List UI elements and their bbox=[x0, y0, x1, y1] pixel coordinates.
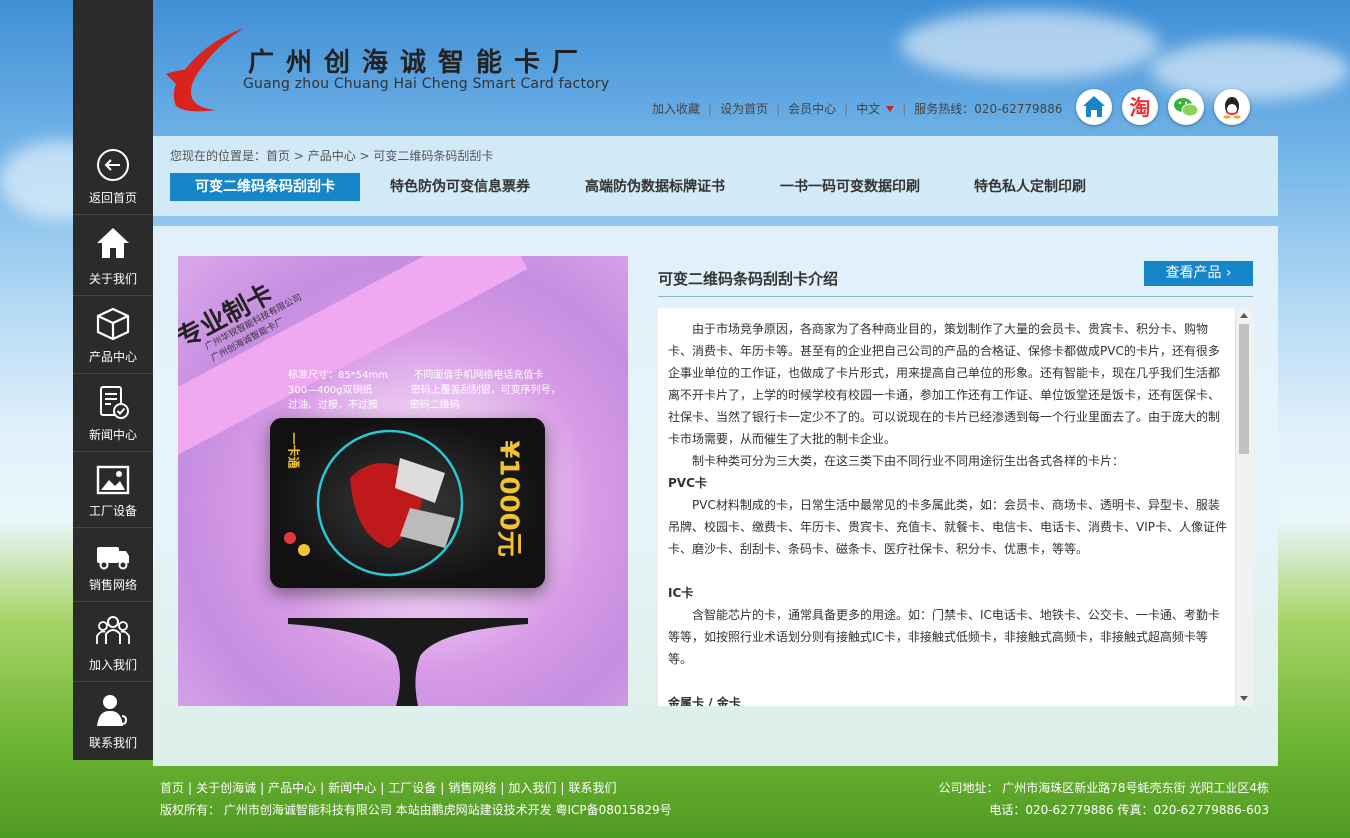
intro-paragraph: 由于市场竞争原因，各商家为了各种商业目的，策划制作了大量的会员卡、贵宾卡、积分卡… bbox=[668, 322, 1221, 446]
breadcrumb-home[interactable]: 首页 bbox=[266, 149, 290, 163]
footer-link-products[interactable]: 产品中心 bbox=[268, 781, 316, 795]
contact-icon bbox=[97, 695, 128, 726]
back-arrow-icon bbox=[97, 149, 129, 181]
add-favorite-link[interactable]: 加入收藏 bbox=[652, 102, 700, 116]
intro-heading: PVC卡 bbox=[668, 476, 707, 490]
svg-text:淘: 淘 bbox=[1130, 96, 1151, 120]
sidebar-item-label: 新闻中心 bbox=[88, 428, 137, 442]
group-icon bbox=[96, 616, 130, 644]
card-brand: 一卡通 bbox=[286, 432, 301, 469]
card-value: ¥1000元 bbox=[493, 440, 524, 557]
product-image: 专业制卡 广州华锐智能科技有限公司 广州创海诚智能卡厂 标准尺寸：85*54mm… bbox=[178, 256, 628, 706]
sidebar-item-equipment[interactable]: 工厂设备 bbox=[73, 452, 153, 528]
sidebar-item-sales-network[interactable]: 销售网络 bbox=[73, 528, 153, 602]
taobao-button[interactable]: 淘 bbox=[1122, 89, 1158, 125]
sidebar-item-label: 工厂设备 bbox=[88, 504, 137, 518]
scroll-up-arrow-icon[interactable] bbox=[1240, 313, 1248, 318]
scrollbar[interactable] bbox=[1235, 308, 1253, 706]
sidebar-item-label: 加入我们 bbox=[88, 658, 137, 672]
chevron-right-icon: › bbox=[1225, 265, 1232, 281]
promo-specs: 标准尺寸：85*54mm 不同面值手机网络电话充值卡 300—400g双铜纸 密… bbox=[288, 370, 561, 411]
logo-title-cn: 广州创海诚智能卡厂 bbox=[248, 48, 591, 78]
top-links: 加入收藏 | 设为首页 | 会员中心 | 中文 | 服务热线：020-62779886 bbox=[652, 102, 1063, 116]
intro-text-box[interactable]: 由于市场竞争原因，各商家为了各种商业目的，策划制作了大量的会员卡、贵宾卡、积分卡… bbox=[658, 308, 1253, 706]
tab-custom-print[interactable]: 特色私人定制印刷 bbox=[955, 173, 1105, 201]
footer-link-contact[interactable]: 联系我们 bbox=[568, 781, 616, 795]
intro-paragraph: PVC材料制成的卡，日常生活中最常见的卡多属此类，如：会员卡、商场卡、透明卡、异… bbox=[668, 498, 1227, 556]
side-nav: 返回首页 关于我们 产品中心 新闻中心 工厂设备 销售网络 加入我们 联系我们 bbox=[73, 0, 153, 760]
footer-link-news[interactable]: 新闻中心 bbox=[328, 781, 376, 795]
news-icon bbox=[100, 386, 129, 419]
sidebar-item-label: 关于我们 bbox=[88, 272, 137, 286]
sidebar-item-news[interactable]: 新闻中心 bbox=[73, 374, 153, 452]
breadcrumb-current[interactable]: 可变二维码条码刮刮卡 bbox=[373, 149, 493, 163]
sidebar-item-label: 产品中心 bbox=[88, 350, 137, 364]
sidebar-item-about[interactable]: 关于我们 bbox=[73, 215, 153, 296]
view-product-button[interactable]: 查看产品 › bbox=[1144, 261, 1253, 286]
company-phone: 电话：020-62779886 传真：020-62779886-603 bbox=[989, 803, 1269, 817]
footer-link-sales[interactable]: 销售网络 bbox=[448, 781, 496, 795]
sidebar-item-contact[interactable]: 联系我们 bbox=[73, 682, 153, 759]
chevron-right-icon: > bbox=[355, 149, 374, 163]
home-icon bbox=[97, 228, 129, 258]
picture-icon bbox=[96, 465, 130, 495]
card-stand bbox=[288, 618, 528, 706]
chevron-right-icon: > bbox=[290, 149, 308, 163]
dropdown-triangle-icon bbox=[886, 106, 895, 112]
background-cloud bbox=[900, 10, 1160, 80]
home-icon bbox=[1083, 96, 1105, 117]
set-homepage-link[interactable]: 设为首页 bbox=[720, 102, 768, 116]
tab-book-code[interactable]: 一书一码可变数据印刷 bbox=[760, 173, 940, 201]
qq-icon bbox=[1223, 97, 1241, 119]
view-product-label: 查看产品 bbox=[1165, 265, 1222, 281]
sidebar-item-home[interactable]: 返回首页 bbox=[73, 137, 153, 215]
truck-icon bbox=[97, 547, 129, 570]
intro-heading: 金属卡 / 金卡 bbox=[668, 696, 741, 706]
footer-link-equipment[interactable]: 工厂设备 bbox=[388, 781, 436, 795]
language-label: 中文 bbox=[856, 102, 881, 116]
language-select[interactable]: 中文 bbox=[856, 102, 895, 116]
footer-link-about[interactable]: 关于创海诚 bbox=[196, 781, 256, 795]
footer-link-join[interactable]: 加入我们 bbox=[508, 781, 556, 795]
scroll-down-arrow-icon[interactable] bbox=[1240, 696, 1248, 701]
company-logo bbox=[166, 28, 244, 112]
sidebar-item-label: 联系我们 bbox=[88, 736, 137, 750]
breadcrumb-prefix: 您现在的位置是： bbox=[170, 149, 267, 163]
sidebar-item-label: 销售网络 bbox=[88, 578, 137, 592]
wechat-icon bbox=[1174, 98, 1199, 117]
logo-title-en: Guang zhou Chuang Hai Cheng Smart Card f… bbox=[243, 76, 610, 92]
intro-paragraph: 含智能芯片的卡，通常具备更多的用途。如：门禁卡、IC电话卡、地铁卡、公交卡、一卡… bbox=[668, 608, 1220, 666]
breadcrumb-products[interactable]: 产品中心 bbox=[308, 149, 356, 163]
intro-heading: IC卡 bbox=[668, 586, 694, 600]
breadcrumb: 您现在的位置是：首页 > 产品中心 > 可变二维码条码刮刮卡 bbox=[170, 147, 493, 164]
copyright: 版权所有： 广州市创海诚智能科技有限公司 本站由鹏虎网站建设技术开发 粤ICP备… bbox=[160, 803, 672, 817]
intro-divider bbox=[658, 296, 1253, 297]
tab-certificate[interactable]: 高端防伪数据标牌证书 bbox=[565, 173, 745, 201]
member-center-link[interactable]: 会员中心 bbox=[788, 102, 836, 116]
intro-paragraph: 制卡种类可分为三大类，在这三类下由不同行业不同用途衍生出各式各样的卡片： bbox=[692, 454, 1125, 468]
intro-title: 可变二维码条码刮刮卡介绍 bbox=[658, 270, 839, 288]
qq-button[interactable] bbox=[1214, 89, 1250, 125]
scrollbar-thumb[interactable] bbox=[1239, 324, 1249, 454]
tab-scratch-card[interactable]: 可变二维码条码刮刮卡 bbox=[170, 173, 360, 201]
scratch-card-image: ¥1000元 一卡通 bbox=[270, 418, 545, 588]
sidebar-item-products[interactable]: 产品中心 bbox=[73, 296, 153, 374]
sidebar-item-label: 返回首页 bbox=[88, 191, 137, 205]
footer-nav: 首页 | 关于创海诚 | 产品中心 | 新闻中心 | 工厂设备 | 销售网络 | 加入我们 | 联系我们 bbox=[160, 781, 617, 795]
wechat-button[interactable] bbox=[1168, 89, 1204, 125]
company-address: 公司地址： 广州市海珠区新业路78号蚝壳东街 光阳工业区4栋 bbox=[938, 781, 1269, 795]
intro-text: 由于市场竞争原因，各商家为了各种商业目的，策划制作了大量的会员卡、贵宾卡、积分卡… bbox=[668, 318, 1228, 706]
footer-link-home[interactable]: 首页 bbox=[160, 781, 184, 795]
sidebar-item-join[interactable]: 加入我们 bbox=[73, 602, 153, 682]
tab-ticket[interactable]: 特色防伪可变信息票券 bbox=[370, 173, 550, 201]
taobao-icon: 淘 bbox=[1130, 96, 1151, 120]
service-hotline: 服务热线：020-62779886 bbox=[914, 102, 1063, 116]
home-social-button[interactable] bbox=[1076, 89, 1112, 125]
box-icon bbox=[96, 307, 130, 341]
